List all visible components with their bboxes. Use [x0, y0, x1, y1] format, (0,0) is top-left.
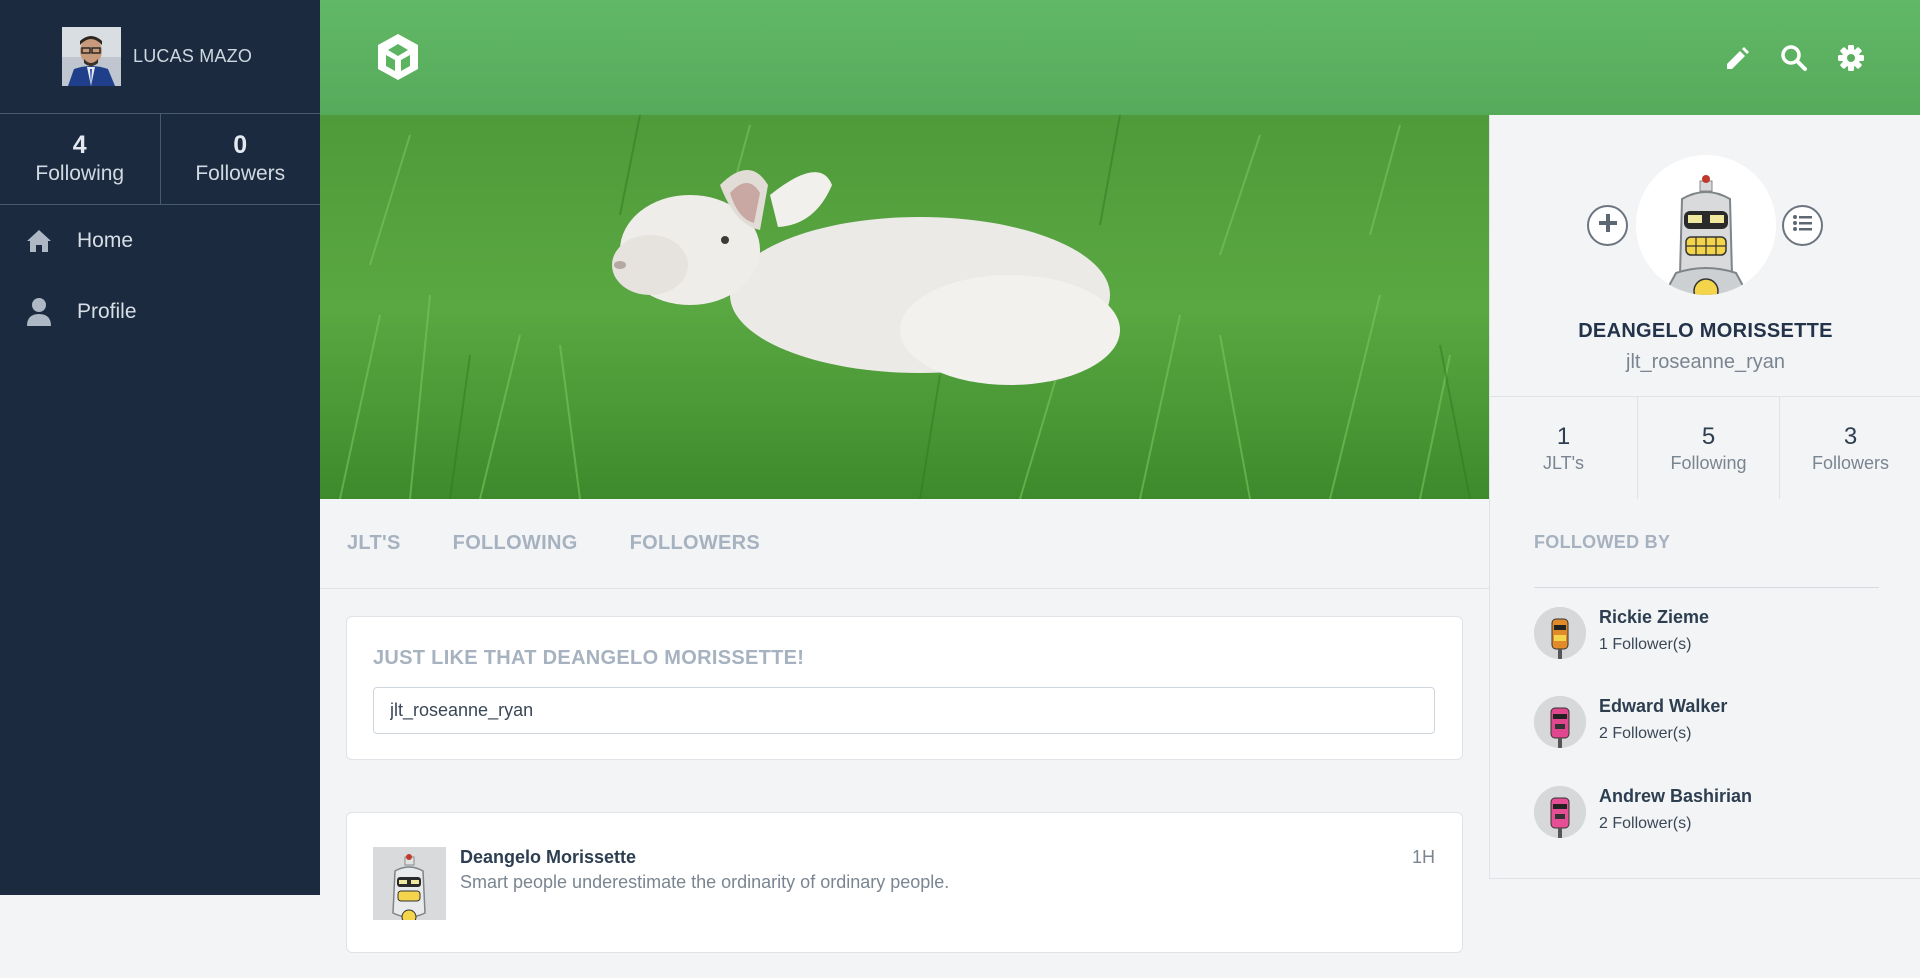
followers-label: Followers — [195, 161, 286, 185]
sidebar: LUCAS MAZO 4 Following 0 Followers Home … — [0, 0, 320, 895]
follower-count: 2 Follower(s) — [1599, 725, 1692, 742]
follower-name[interactable]: Rickie Zieme — [1599, 607, 1709, 628]
edit-icon[interactable] — [1722, 43, 1752, 73]
user-icon — [26, 297, 52, 327]
post-avatar[interactable] — [373, 847, 446, 920]
cover-image — [320, 115, 1489, 499]
follow-button[interactable] — [1587, 205, 1628, 246]
profile-tabs: JLT'S FOLLOWING FOLLOWERS — [320, 499, 1489, 589]
stat-label: Following — [1670, 452, 1747, 473]
list-icon — [1791, 211, 1815, 240]
follower-avatar[interactable] — [1534, 786, 1586, 838]
user-avatar[interactable] — [62, 27, 121, 86]
follower-item[interactable]: Rickie Zieme 1 Follower(s) — [1534, 607, 1894, 661]
follower-item[interactable]: Andrew Bashirian 2 Follower(s) — [1534, 786, 1894, 840]
follower-avatar[interactable] — [1534, 696, 1586, 748]
follower-item[interactable]: Edward Walker 2 Follower(s) — [1534, 696, 1894, 750]
user-counts: 4 Following 0 Followers — [0, 114, 320, 205]
composer-card: JUST LIKE THAT DEANGELO MORISSETTE! — [346, 616, 1463, 760]
tab-followers[interactable]: FOLLOWERS — [630, 532, 760, 555]
following-count: 4 — [72, 131, 87, 160]
composer-title: JUST LIKE THAT DEANGELO MORISSETTE! — [373, 647, 805, 669]
follower-count: 2 Follower(s) — [1599, 815, 1692, 832]
user-name[interactable]: LUCAS MAZO — [133, 46, 252, 67]
following-label: Following — [35, 161, 125, 185]
followers-stat[interactable]: 0 Followers — [159, 114, 321, 204]
nav-label-profile: Profile — [77, 299, 137, 323]
post-author[interactable]: Deangelo Morissette — [460, 847, 636, 868]
sidebar-user[interactable]: LUCAS MAZO — [0, 0, 320, 114]
stat-label: Followers — [1811, 452, 1890, 473]
search-icon[interactable] — [1779, 43, 1809, 73]
tab-following[interactable]: FOLLOWING — [453, 532, 578, 555]
stat-number: 3 — [1843, 422, 1858, 450]
plus-icon — [1596, 211, 1620, 240]
nav-item-home[interactable]: Home — [0, 205, 320, 276]
followed-by-panel: FOLLOWED BY Rickie Zieme 1 Follower(s) E… — [1489, 499, 1920, 879]
nav-label-home: Home — [77, 228, 134, 252]
settings-icon[interactable] — [1836, 43, 1866, 73]
stat-number: 5 — [1701, 422, 1716, 450]
logo-icon[interactable] — [372, 31, 424, 83]
profile-stats: 1 JLT's 5 Following 3 Followers — [1490, 396, 1920, 499]
post-card[interactable]: Deangelo Morissette Smart people underes… — [346, 812, 1463, 953]
profile-handle: jlt_roseanne_ryan — [1626, 351, 1785, 373]
following-stat[interactable]: 4 Following — [0, 114, 160, 204]
followers-count: 0 — [233, 131, 248, 160]
profile-stat-jlts[interactable]: 1 JLT's — [1490, 397, 1637, 499]
follower-name[interactable]: Andrew Bashirian — [1599, 786, 1752, 807]
stat-number: 1 — [1556, 422, 1571, 450]
profile-stat-followers[interactable]: 3 Followers — [1779, 397, 1920, 499]
home-icon — [26, 226, 52, 256]
profile-stat-following[interactable]: 5 Following — [1637, 397, 1779, 499]
profile-name: DEANGELO MORISSETTE — [1578, 320, 1833, 342]
composer-input[interactable] — [373, 687, 1435, 734]
list-button[interactable] — [1782, 205, 1823, 246]
tab-jlts[interactable]: JLT'S — [347, 532, 401, 555]
followed-by-title: FOLLOWED BY — [1534, 532, 1671, 552]
follower-avatar[interactable] — [1534, 607, 1586, 659]
follower-count: 1 Follower(s) — [1599, 636, 1692, 653]
follower-name[interactable]: Edward Walker — [1599, 696, 1727, 717]
profile-card: DEANGELO MORISSETTE jlt_roseanne_ryan 1 … — [1489, 115, 1920, 499]
nav-item-profile[interactable]: Profile — [0, 276, 320, 347]
stat-label: JLT's — [1542, 452, 1585, 473]
post-time: 1H — [1411, 847, 1435, 867]
post-text: Smart people underestimate the ordinarit… — [460, 872, 950, 892]
divider — [1534, 587, 1879, 588]
profile-avatar — [1636, 155, 1776, 295]
top-bar — [320, 0, 1920, 115]
